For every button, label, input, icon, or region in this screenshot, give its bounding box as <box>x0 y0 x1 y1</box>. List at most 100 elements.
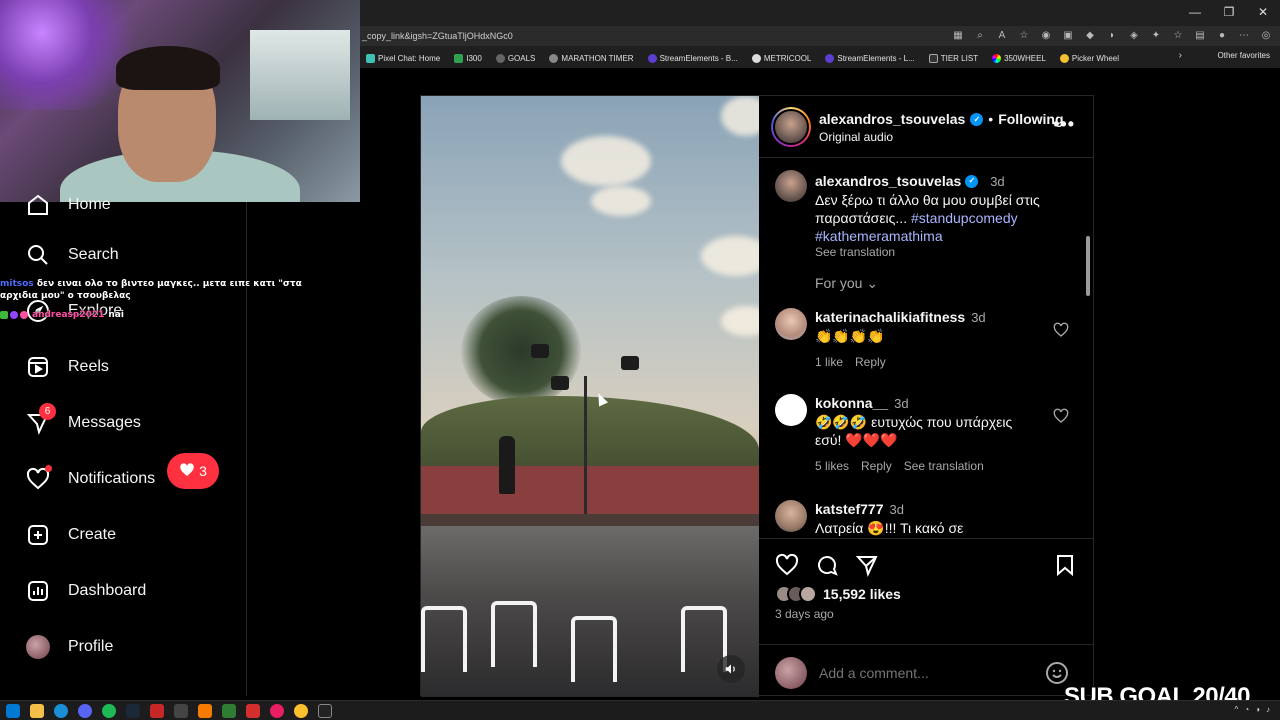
address-bar[interactable]: _copy_link&igsh=ZGtuaTljOHdxNGc0 ▦ ⌕ A ☆… <box>360 26 1280 46</box>
restore-icon[interactable]: ❐ <box>1212 0 1246 24</box>
bookmark-icon[interactable] <box>1053 553 1077 577</box>
tray-icon[interactable]: ^ <box>1235 705 1239 714</box>
favorites-icon[interactable]: ☆ <box>1172 28 1184 42</box>
comments-sort-dropdown[interactable]: For you ⌄ <box>815 275 878 292</box>
bookmark-item[interactable]: METRICOOL <box>751 53 811 63</box>
bookmark-item[interactable]: TIER LIST <box>928 53 978 63</box>
see-translation-link[interactable]: See translation <box>815 245 1055 259</box>
tray-icon[interactable]: ◔ <box>1244 705 1249 714</box>
sidebar-item-reels[interactable]: Reels <box>26 352 109 382</box>
discord-icon[interactable] <box>78 704 92 718</box>
author-username[interactable]: alexandros_tsouvelas <box>819 111 965 127</box>
like-comment-icon[interactable] <box>1053 322 1069 338</box>
notifications-count: 3 <box>199 463 207 479</box>
extension-icon[interactable]: ◆ <box>1084 28 1096 42</box>
extension-icon[interactable]: ◈ <box>1128 28 1140 42</box>
edge-icon[interactable] <box>54 704 68 718</box>
comment-likes[interactable]: 1 like <box>815 353 843 371</box>
read-aloud-icon[interactable]: A <box>996 28 1008 42</box>
bookmark-item[interactable]: I300 <box>454 53 482 63</box>
more-icon[interactable]: ⋯ <box>1238 28 1250 42</box>
audio-link[interactable]: Original audio <box>819 130 893 144</box>
commenter-username[interactable]: kokonna__ <box>815 395 888 411</box>
commenter-avatar[interactable] <box>775 394 807 426</box>
url-text[interactable]: _copy_link&igsh=ZGtuaTljOHdxNGc0 <box>360 31 513 41</box>
comment-item: kokonna__ 3d 🤣🤣🤣 ευτυχώς που υπάρχεις εσύ… <box>775 394 1075 484</box>
verified-badge-icon: ✓ <box>970 112 984 126</box>
minimize-icon[interactable]: — <box>1178 0 1212 24</box>
notifications-popup-pill[interactable]: 3 <box>167 453 219 489</box>
app-icon[interactable] <box>150 704 164 718</box>
comment-meta: 1 like Reply <box>815 353 1035 371</box>
other-favorites[interactable]: Other favorites <box>1218 51 1270 60</box>
bookmark-favicon-icon <box>495 53 505 63</box>
tray-icon[interactable]: ◑ <box>1255 705 1260 714</box>
reply-button[interactable]: Reply <box>861 457 892 475</box>
app-icon[interactable] <box>222 704 236 718</box>
app-icon[interactable] <box>174 704 188 718</box>
grid-icon[interactable]: ▦ <box>952 28 964 42</box>
caption-avatar[interactable] <box>775 170 807 202</box>
share-send-icon[interactable] <box>855 553 879 577</box>
terminal-icon[interactable] <box>318 704 332 718</box>
like-comment-icon[interactable] <box>1053 408 1069 424</box>
bookmark-item[interactable]: MARATHON TIMER <box>549 53 634 63</box>
chevron-right-icon[interactable]: › <box>1179 50 1182 61</box>
file-explorer-icon[interactable] <box>30 704 44 718</box>
windows-start-icon[interactable] <box>6 704 20 718</box>
sidebar-item-dashboard[interactable]: Dashboard <box>26 576 146 606</box>
author-avatar[interactable] <box>771 107 811 147</box>
tray-icon[interactable]: ♪ <box>1266 705 1270 714</box>
see-translation-link[interactable]: See translation <box>904 457 984 475</box>
comment-likes[interactable]: 5 likes <box>815 457 849 475</box>
spotify-icon[interactable] <box>102 704 116 718</box>
sidebar-item-home[interactable]: Home <box>26 190 111 220</box>
bookmark-item[interactable]: Picker Wheel <box>1059 53 1119 63</box>
app-icon[interactable] <box>198 704 212 718</box>
commenter-username[interactable]: katstef777 <box>815 501 884 517</box>
performer <box>499 436 515 494</box>
bookmark-item[interactable]: Pixel Chat: Home <box>366 53 440 63</box>
emoji-icon[interactable] <box>1045 661 1069 685</box>
extension-icon[interactable]: ▣ <box>1062 28 1074 42</box>
likes-count[interactable]: 15,592 likes <box>823 586 901 602</box>
comments-scrollbar[interactable] <box>1085 224 1091 538</box>
zoom-icon[interactable]: ⌕ <box>974 28 986 42</box>
scrollbar-thumb[interactable] <box>1086 236 1090 296</box>
chrome-icon[interactable] <box>294 704 308 718</box>
caption-username[interactable]: alexandros_tsouvelas <box>815 172 961 190</box>
sidebar-item-notifications[interactable]: Notifications <box>26 464 155 494</box>
like-heart-icon[interactable] <box>775 553 799 577</box>
profile-icon[interactable]: ● <box>1216 28 1228 42</box>
post-video[interactable] <box>421 96 759 697</box>
favorite-star-icon[interactable]: ☆ <box>1018 28 1030 42</box>
extension-icon[interactable]: ◉ <box>1040 28 1052 42</box>
sidebar-item-messages[interactable]: 6 Messages <box>26 403 141 438</box>
close-icon[interactable]: ✕ <box>1246 0 1280 24</box>
mute-button[interactable] <box>717 655 745 683</box>
sidebar-item-profile[interactable]: Profile <box>26 632 113 662</box>
comment-bubble-icon[interactable] <box>815 553 839 577</box>
bookmark-item[interactable]: GOALS <box>495 53 535 63</box>
hashtag-link[interactable]: #standupcomedy <box>911 210 1018 226</box>
extension-icon[interactable]: ◗ <box>1106 28 1118 42</box>
sidebar-item-search[interactable]: Search <box>26 240 119 270</box>
commenter-avatar[interactable] <box>775 308 807 340</box>
bookmark-item[interactable]: StreamElements - B... <box>647 53 738 63</box>
steam-icon[interactable] <box>126 704 140 718</box>
commenter-username[interactable]: katerinachalikiafitness <box>815 309 965 325</box>
bookmark-item[interactable]: 350WHEEL <box>992 53 1046 63</box>
reply-button[interactable]: Reply <box>855 353 886 371</box>
copilot-icon[interactable]: ◎ <box>1260 28 1272 42</box>
more-options-icon[interactable]: ••• <box>1053 114 1075 135</box>
collections-icon[interactable]: ▤ <box>1194 28 1206 42</box>
commenter-avatar[interactable] <box>775 500 807 532</box>
extensions-puzzle-icon[interactable]: ✦ <box>1150 28 1162 42</box>
comment-input[interactable] <box>819 665 1039 681</box>
sidebar-item-create[interactable]: Create <box>26 520 116 550</box>
app-icon[interactable] <box>270 704 284 718</box>
app-icon[interactable] <box>246 704 260 718</box>
hashtag-link[interactable]: #kathemeramathima <box>815 228 943 244</box>
bookmark-item[interactable]: StreamElements - L... <box>825 53 915 63</box>
plus-square-icon <box>26 523 50 547</box>
